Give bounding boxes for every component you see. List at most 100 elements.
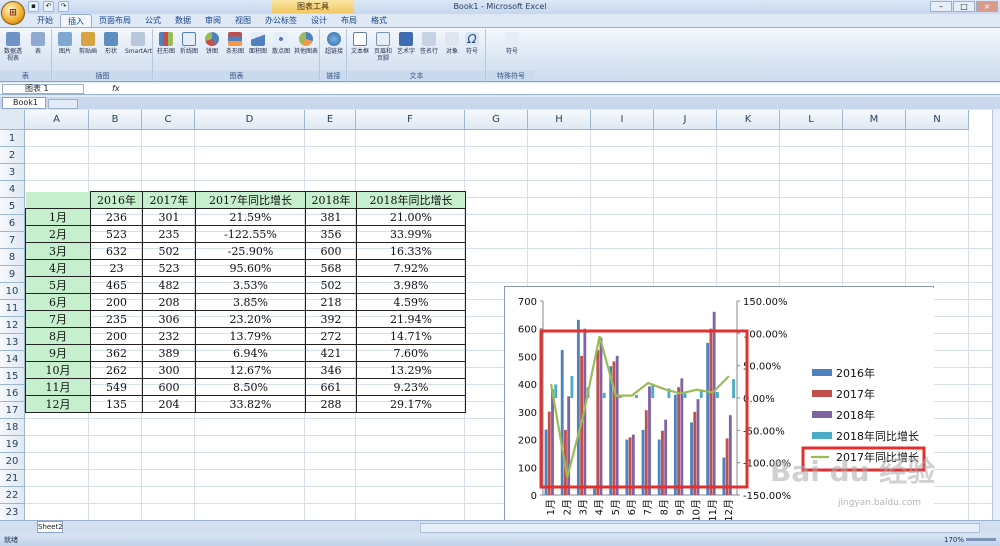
tab-home[interactable]: 开始 bbox=[30, 14, 60, 27]
month-label-cell[interactable]: 1月 bbox=[25, 208, 91, 226]
data-cell[interactable]: 502 bbox=[305, 276, 357, 294]
data-cell[interactable]: 8.50% bbox=[195, 378, 306, 396]
tab-format[interactable]: 格式 bbox=[364, 14, 394, 27]
office-button[interactable]: ⊞ bbox=[1, 1, 25, 25]
row-header-2[interactable]: 2 bbox=[0, 147, 25, 164]
row-header-22[interactable]: 22 bbox=[0, 487, 25, 504]
signature-line-button[interactable]: 签名行 bbox=[419, 32, 439, 55]
tab-design[interactable]: 设计 bbox=[304, 14, 334, 27]
horizontal-scrollbar[interactable] bbox=[420, 523, 980, 533]
data-cell[interactable]: 4.59% bbox=[356, 293, 466, 311]
header-2018-growth[interactable]: 2018年同比增长 bbox=[356, 191, 466, 209]
data-cell[interactable]: 7.92% bbox=[356, 259, 466, 277]
fx-icon[interactable]: fx bbox=[112, 84, 120, 93]
data-cell[interactable]: 7.60% bbox=[356, 344, 466, 362]
month-label-cell[interactable]: 7月 bbox=[25, 310, 91, 328]
row-header-14[interactable]: 14 bbox=[0, 351, 25, 368]
data-cell[interactable]: 12.67% bbox=[195, 361, 306, 379]
column-header-l[interactable]: L bbox=[780, 110, 843, 130]
data-cell[interactable]: 200 bbox=[90, 293, 143, 311]
row-header-18[interactable]: 18 bbox=[0, 419, 25, 436]
line-chart-button[interactable]: 折线图 bbox=[179, 32, 199, 55]
document-tab-book1[interactable]: Book1 bbox=[2, 97, 46, 109]
row-header-5[interactable]: 5 bbox=[0, 198, 25, 215]
data-cell[interactable]: 29.17% bbox=[356, 395, 466, 413]
tab-formulas[interactable]: 公式 bbox=[138, 14, 168, 27]
data-cell[interactable]: 600 bbox=[142, 378, 196, 396]
column-header-e[interactable]: E bbox=[305, 110, 356, 130]
month-label-cell[interactable]: 5月 bbox=[25, 276, 91, 294]
row-header-15[interactable]: 15 bbox=[0, 368, 25, 385]
name-box[interactable]: 图表 1 bbox=[2, 84, 84, 94]
data-cell[interactable]: 21.00% bbox=[356, 208, 466, 226]
redo-icon[interactable]: ↷ bbox=[58, 1, 69, 12]
data-cell[interactable]: 300 bbox=[142, 361, 196, 379]
month-label-cell[interactable]: 3月 bbox=[25, 242, 91, 260]
month-label-cell[interactable]: 9月 bbox=[25, 344, 91, 362]
data-cell[interactable]: 236 bbox=[90, 208, 143, 226]
data-cell[interactable]: 389 bbox=[142, 344, 196, 362]
row-header-1[interactable]: 1 bbox=[0, 130, 25, 147]
row-header-7[interactable]: 7 bbox=[0, 232, 25, 249]
data-cell[interactable]: 95.60% bbox=[195, 259, 306, 277]
tab-office-tabs[interactable]: 办公标签 bbox=[258, 14, 304, 27]
month-label-cell[interactable]: 6月 bbox=[25, 293, 91, 311]
wordart-button[interactable]: 艺术字 bbox=[396, 32, 416, 55]
month-label-cell[interactable]: 2月 bbox=[25, 225, 91, 243]
vertical-scrollbar[interactable] bbox=[992, 110, 1000, 520]
header-2016[interactable]: 2016年 bbox=[90, 191, 143, 209]
data-cell[interactable]: 502 bbox=[142, 242, 196, 260]
close-button[interactable]: × bbox=[976, 1, 998, 12]
data-cell[interactable]: 135 bbox=[90, 395, 143, 413]
data-cell[interactable]: 33.82% bbox=[195, 395, 306, 413]
shapes-button[interactable]: 形状 bbox=[101, 32, 121, 55]
row-header-3[interactable]: 3 bbox=[0, 164, 25, 181]
data-cell[interactable]: 232 bbox=[142, 327, 196, 345]
data-cell[interactable]: 13.29% bbox=[356, 361, 466, 379]
column-header-a[interactable]: A bbox=[25, 110, 89, 130]
data-cell[interactable]: 21.59% bbox=[195, 208, 306, 226]
sheet-tab-sheet2[interactable]: Sheet2 bbox=[37, 521, 63, 533]
picture-button[interactable]: 图片 bbox=[55, 32, 75, 55]
data-cell[interactable]: 346 bbox=[305, 361, 357, 379]
row-header-12[interactable]: 12 bbox=[0, 317, 25, 334]
data-cell[interactable]: 208 bbox=[142, 293, 196, 311]
header-2018[interactable]: 2018年 bbox=[305, 191, 357, 209]
column-header-b[interactable]: B bbox=[89, 110, 142, 130]
column-header-f[interactable]: F bbox=[356, 110, 465, 130]
month-label-cell[interactable]: 4月 bbox=[25, 259, 91, 277]
data-cell[interactable]: 16.33% bbox=[356, 242, 466, 260]
data-cell[interactable]: -122.55% bbox=[195, 225, 306, 243]
data-cell[interactable]: 200 bbox=[90, 327, 143, 345]
data-cell[interactable]: -25.90% bbox=[195, 242, 306, 260]
row-header-16[interactable]: 16 bbox=[0, 385, 25, 402]
row-header-17[interactable]: 17 bbox=[0, 402, 25, 419]
column-header-j[interactable]: J bbox=[654, 110, 717, 130]
row-header-21[interactable]: 21 bbox=[0, 470, 25, 487]
column-header-m[interactable]: M bbox=[843, 110, 906, 130]
column-header-h[interactable]: H bbox=[528, 110, 591, 130]
data-cell[interactable]: 356 bbox=[305, 225, 357, 243]
row-header-13[interactable]: 13 bbox=[0, 334, 25, 351]
hyperlink-button[interactable]: 超链接 bbox=[324, 32, 344, 55]
symbol-button[interactable]: Ω 符号 bbox=[462, 32, 482, 55]
new-tab-button[interactable] bbox=[48, 99, 78, 109]
zoom-level[interactable]: 170% bbox=[944, 534, 964, 546]
data-cell[interactable]: 3.85% bbox=[195, 293, 306, 311]
month-label-cell[interactable]: 12月 bbox=[25, 395, 91, 413]
data-cell[interactable]: 204 bbox=[142, 395, 196, 413]
month-label-cell[interactable]: 11月 bbox=[25, 378, 91, 396]
select-all-corner[interactable] bbox=[0, 110, 25, 130]
data-cell[interactable]: 21.94% bbox=[356, 310, 466, 328]
data-cell[interactable]: 14.71% bbox=[356, 327, 466, 345]
textbox-button[interactable]: 文本框 bbox=[350, 32, 370, 55]
data-cell[interactable]: 600 bbox=[305, 242, 357, 260]
tab-page-layout[interactable]: 页面布局 bbox=[92, 14, 138, 27]
data-cell[interactable]: 272 bbox=[305, 327, 357, 345]
data-cell[interactable]: 381 bbox=[305, 208, 357, 226]
data-cell[interactable]: 3.53% bbox=[195, 276, 306, 294]
special-symbol-button[interactable]: 符号 bbox=[499, 32, 525, 55]
clipart-button[interactable]: 剪贴画 bbox=[78, 32, 98, 55]
data-cell[interactable]: 661 bbox=[305, 378, 357, 396]
row-header-10[interactable]: 10 bbox=[0, 283, 25, 300]
